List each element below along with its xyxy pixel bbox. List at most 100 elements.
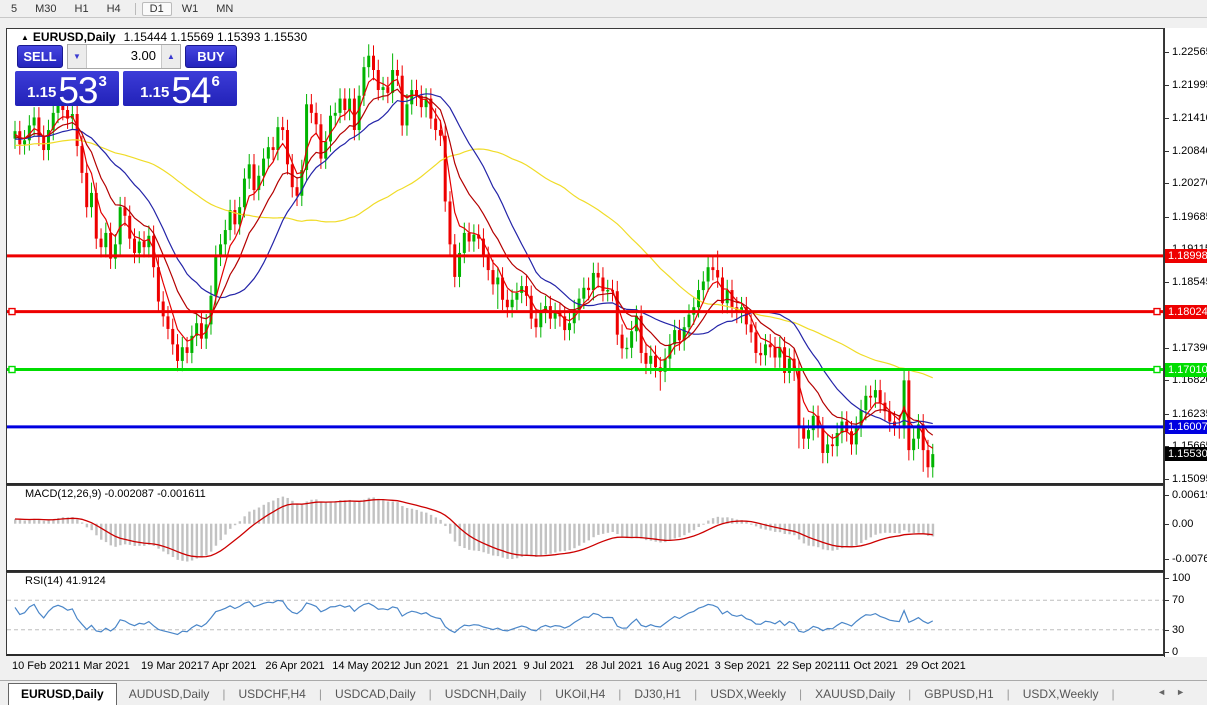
chart-tab-xauusd-daily[interactable]: XAUUSD,Daily (803, 684, 907, 705)
timeframe-button-mn[interactable]: MN (208, 2, 241, 16)
macd-histogram (14, 497, 934, 562)
chart-tab-bar: EURUSD,DailyAUDUSD,Daily|USDCHF,H4|USDCA… (0, 680, 1207, 705)
timeframe-button-5[interactable]: 5 (3, 2, 25, 16)
timeframe-toolbar: 5M30H1H4 D1W1MN (0, 0, 1207, 18)
sell-price-prefix: 1.15 (27, 84, 56, 101)
axis-tick-label: 0 (1172, 646, 1178, 658)
axis-tick-label: 1.15095 (1172, 473, 1207, 485)
sell-price-box[interactable]: 1.15 53 3 (15, 71, 119, 106)
chart-tab-usdcad-daily[interactable]: USDCAD,Daily (323, 684, 428, 705)
chart-tab-eurusd-daily[interactable]: EURUSD,Daily (8, 683, 117, 705)
date-label: 22 Sep 2021 (777, 660, 839, 672)
rsi-label: RSI(14) 41.9124 (25, 575, 106, 587)
volume-spinner: ▼ 3.00 ▲ (67, 44, 181, 69)
axis-tick-mark (1165, 282, 1169, 283)
macd-label: MACD(12,26,9) -0.002087 -0.001611 (25, 488, 206, 500)
axis-tick-mark (1165, 479, 1169, 480)
timeframe-button-h4[interactable]: H4 (99, 2, 129, 16)
line-handle[interactable] (9, 367, 15, 373)
chart-tab-usdchf-h4[interactable]: USDCHF,H4 (227, 684, 318, 705)
date-label: 29 Oct 2021 (906, 660, 966, 672)
axis-tick-mark (1165, 600, 1169, 601)
price-axis[interactable]: 1.225651.219951.214101.208401.202701.196… (1164, 28, 1207, 657)
chart-tab-usdx-weekly[interactable]: USDX,Weekly (1011, 684, 1111, 705)
tab-separator: | (1111, 687, 1116, 705)
axis-tick-label: 0.006193 (1172, 489, 1207, 501)
timeframe-button-h1[interactable]: H1 (67, 2, 97, 16)
macd-indicator-pane[interactable]: MACD(12,26,9) -0.002087 -0.001611 (6, 485, 1164, 572)
chart-tab-usdcnh-daily[interactable]: USDCNH,Daily (433, 684, 538, 705)
price-badge: 1.17010 (1165, 363, 1207, 377)
axis-tick-label: 100 (1172, 572, 1190, 584)
price-badge: 1.15530 (1165, 447, 1207, 461)
one-click-trading-panel: SELL ▼ 3.00 ▲ BUY 1.15 53 3 1.15 54 6 (15, 44, 239, 106)
axis-tick-mark (1165, 52, 1169, 53)
axis-tick-mark (1165, 524, 1169, 525)
price-badge: 1.18024 (1165, 305, 1207, 319)
axis-tick-mark (1165, 652, 1169, 653)
tab-scroll-right-icon[interactable]: ► (1176, 687, 1195, 697)
axis-tick-label: 1.19685 (1172, 211, 1207, 223)
sell-price-big: 53 (58, 76, 97, 106)
axis-tick-label: 0.00 (1172, 518, 1193, 530)
date-label: 16 Aug 2021 (648, 660, 710, 672)
candles-group (14, 44, 935, 477)
axis-tick-mark (1165, 151, 1169, 152)
rsi-line (15, 600, 933, 634)
chart-symbol-label: EURUSD,Daily (33, 30, 116, 44)
timeframe-button-m30[interactable]: M30 (27, 2, 64, 16)
time-axis[interactable]: 10 Feb 20211 Mar 202119 Mar 20217 Apr 20… (6, 658, 1164, 676)
axis-tick-label: 1.20840 (1172, 145, 1207, 157)
date-label: 2 Jun 2021 (394, 660, 448, 672)
tab-scroll-arrows[interactable]: ◄► (1157, 687, 1195, 697)
main-chart-pane[interactable]: ▲EURUSD,Daily1.15444 1.15569 1.15393 1.1… (6, 28, 1164, 485)
tab-scroll-left-icon[interactable]: ◄ (1157, 687, 1176, 697)
date-label: 28 Jul 2021 (586, 660, 643, 672)
date-label: 3 Sep 2021 (715, 660, 771, 672)
line-handle[interactable] (1154, 367, 1160, 373)
volume-decrement-button[interactable]: ▼ (68, 45, 86, 68)
axis-tick-mark (1165, 630, 1169, 631)
line-handle[interactable] (9, 309, 15, 315)
buy-price-prefix: 1.15 (140, 84, 169, 101)
chart-tab-gbpusd-h1[interactable]: GBPUSD,H1 (912, 684, 1005, 705)
timeframe-button-d1[interactable]: D1 (142, 2, 172, 16)
axis-tick-label: 1.20270 (1172, 177, 1207, 189)
price-badge: 1.18998 (1165, 249, 1207, 263)
chart-tab-usdx-weekly[interactable]: USDX,Weekly (698, 684, 798, 705)
date-label: 10 Feb 2021 (12, 660, 74, 672)
collapse-triangle-icon[interactable]: ▲ (21, 33, 29, 42)
axis-tick-mark (1165, 380, 1169, 381)
date-label: 19 Mar 2021 (141, 660, 203, 672)
axis-tick-mark (1165, 348, 1169, 349)
date-label: 26 Apr 2021 (265, 660, 324, 672)
axis-tick-mark (1165, 118, 1169, 119)
price-badge: 1.16007 (1165, 420, 1207, 434)
date-label: 7 Apr 2021 (203, 660, 256, 672)
line-handle[interactable] (1154, 309, 1160, 315)
axis-tick-mark (1165, 183, 1169, 184)
date-label: 14 May 2021 (332, 660, 396, 672)
chart-tab-audusd-daily[interactable]: AUDUSD,Daily (117, 684, 222, 705)
axis-tick-mark (1165, 85, 1169, 86)
rsi-indicator-pane[interactable]: RSI(14) 41.9124 (6, 572, 1164, 656)
volume-input[interactable]: 3.00 (86, 45, 162, 68)
sell-button[interactable]: SELL (17, 45, 63, 68)
axis-tick-label: 30 (1172, 624, 1184, 636)
buy-price-box[interactable]: 1.15 54 6 (123, 71, 237, 106)
axis-tick-mark (1165, 217, 1169, 218)
chart-title: ▲EURUSD,Daily1.15444 1.15569 1.15393 1.1… (21, 30, 307, 44)
axis-tick-mark (1165, 495, 1169, 496)
axis-tick-label: 1.21410 (1172, 112, 1207, 124)
timeframe-button-w1[interactable]: W1 (174, 2, 207, 16)
volume-increment-button[interactable]: ▲ (162, 45, 180, 68)
axis-tick-label: 1.17390 (1172, 342, 1207, 354)
chart-tab-dj30-h1[interactable]: DJ30,H1 (622, 684, 693, 705)
axis-tick-label: 1.22565 (1172, 46, 1207, 58)
axis-tick-label: 1.18545 (1172, 276, 1207, 288)
axis-tick-label: -0.00762 (1172, 553, 1207, 565)
chart-tab-ukoil-h4[interactable]: UKOil,H4 (543, 684, 617, 705)
buy-button[interactable]: BUY (185, 45, 237, 68)
buy-price-sup: 6 (212, 73, 220, 90)
rsi-chart (7, 573, 1163, 655)
